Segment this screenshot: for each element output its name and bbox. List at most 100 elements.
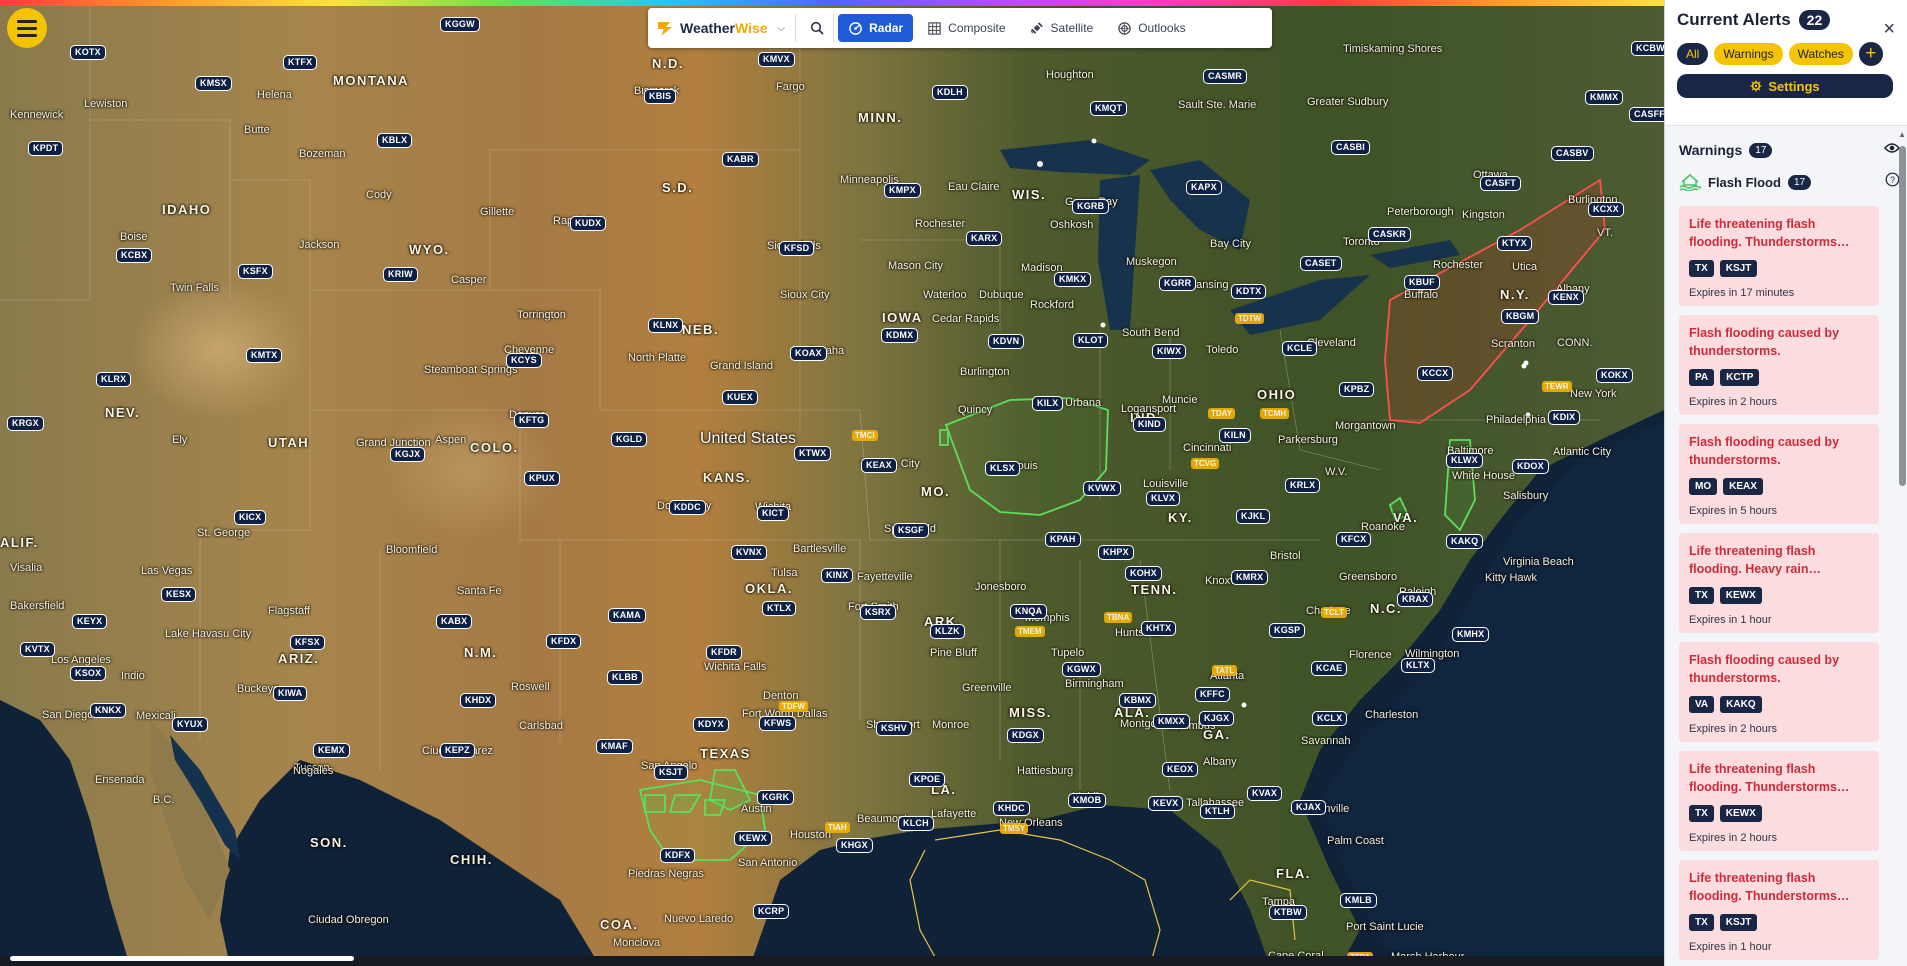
radar-station-marker[interactable]: KBMX [1119, 693, 1157, 708]
radar-station-marker[interactable]: KCAE [1311, 661, 1348, 676]
radar-station-marker[interactable]: KEOX [1162, 762, 1199, 777]
radar-station-marker[interactable]: KEWX [734, 831, 772, 846]
tdwr-station-marker[interactable]: TCVG [1191, 458, 1220, 469]
alerts-scrollbar[interactable]: ▲ [1898, 130, 1906, 510]
radar-station-marker[interactable]: KHGX [836, 838, 873, 853]
brand-switcher[interactable]: WeatherWise ⌵ [656, 14, 797, 42]
radar-station-marker[interactable]: KCBX [116, 248, 153, 263]
radar-station-marker[interactable]: KIWA [273, 686, 308, 701]
radar-station-marker[interactable]: KGRR [1159, 276, 1197, 291]
radar-station-marker[interactable]: KPOE [909, 772, 946, 787]
radar-station-marker[interactable]: KMPX [884, 183, 921, 198]
radar-station-marker[interactable]: KFSX [290, 635, 325, 650]
radar-station-marker[interactable]: KTYX [1497, 236, 1532, 251]
radar-station-marker[interactable]: KTFX [283, 55, 318, 70]
radar-station-marker[interactable]: KOAX [790, 346, 827, 361]
radar-station-marker[interactable]: KCCX [1417, 366, 1454, 381]
radar-station-marker[interactable]: KGJX [390, 447, 426, 462]
radar-station-marker[interactable]: KEAX [861, 458, 897, 473]
radar-station-marker[interactable]: KUEX [722, 390, 758, 405]
radar-station-marker[interactable]: KLRX [96, 372, 132, 387]
radar-station-marker[interactable]: KDMX [881, 328, 919, 343]
radar-station-marker[interactable]: KCBW [1631, 41, 1664, 56]
radar-station-marker[interactable]: KFFC [1195, 687, 1230, 702]
radar-station-marker[interactable]: KHPX [1098, 545, 1134, 560]
radar-station-marker[interactable]: KFSD [779, 241, 815, 256]
radar-station-marker[interactable]: KLNX [648, 318, 684, 333]
radar-station-marker[interactable]: KGGW [440, 17, 480, 32]
alert-card[interactable]: Flash flooding caused by thunderstorms. P… [1679, 315, 1879, 415]
radar-station-marker[interactable]: KLVX [1146, 491, 1181, 506]
radar-station-marker[interactable]: KICX [234, 510, 267, 525]
tdwr-station-marker[interactable]: TDAY [1208, 408, 1236, 419]
radar-station-marker[interactable]: KMRX [1231, 570, 1269, 585]
radar-station-marker[interactable]: KMQT [1090, 101, 1128, 116]
radar-station-marker[interactable]: KPAH [1045, 532, 1081, 547]
radar-station-marker[interactable]: KLCH [898, 816, 934, 831]
radar-station-marker[interactable]: KABR [722, 152, 759, 167]
radar-station-marker[interactable]: KBGM [1501, 309, 1540, 324]
radar-station-marker[interactable]: KCYS [506, 353, 542, 368]
radar-station-marker[interactable]: KEMX [313, 743, 350, 758]
alert-card[interactable]: Flash flooding caused by thunderstorms. V… [1679, 642, 1879, 742]
alerts-list-panel[interactable]: Warnings 17 Flash Flood 17 ? Life threat… [1665, 128, 1907, 966]
radar-station-marker[interactable]: KMAF [596, 739, 633, 754]
radar-station-marker[interactable]: KTLX [762, 601, 797, 616]
radar-station-marker[interactable]: KEPZ [440, 743, 475, 758]
radar-station-marker[interactable]: KLSX [985, 461, 1020, 476]
radar-station-marker[interactable]: KSOX [70, 666, 107, 681]
radar-station-marker[interactable]: KDGX [1007, 728, 1044, 743]
radar-station-marker[interactable]: KFDX [546, 634, 582, 649]
radar-station-marker[interactable]: KCRP [753, 904, 790, 919]
radar-station-marker[interactable]: CASMR [1203, 69, 1247, 84]
alert-settings-button[interactable]: Settings [1677, 74, 1893, 98]
radar-station-marker[interactable]: KDDC [669, 500, 706, 515]
radar-station-marker[interactable]: KRGX [7, 416, 44, 431]
radar-station-marker[interactable]: KHTX [1141, 621, 1177, 636]
radar-station-marker[interactable]: KDLH [932, 85, 968, 100]
radar-station-marker[interactable]: KIWX [1152, 344, 1187, 359]
radar-station-marker[interactable]: KFWS [759, 716, 797, 731]
radar-station-marker[interactable]: KSHV [876, 721, 912, 736]
radar-station-marker[interactable]: KLZK [930, 624, 965, 639]
radar-station-marker[interactable]: KMOB [1068, 793, 1107, 808]
radar-station-marker[interactable]: KAKQ [1446, 534, 1484, 549]
radar-station-marker[interactable]: KFDR [706, 645, 742, 660]
radar-station-marker[interactable]: KDYX [693, 717, 729, 732]
tdwr-station-marker[interactable]: TBNA [1104, 612, 1133, 623]
radar-station-marker[interactable]: CASFF [1629, 107, 1664, 122]
tdwr-station-marker[interactable]: TMEM [1015, 626, 1045, 637]
radar-station-marker[interactable]: KGLD [611, 432, 648, 447]
radar-station-marker[interactable]: KLTX [1401, 658, 1435, 673]
radar-station-marker[interactable]: KMHX [1452, 627, 1490, 642]
radar-station-marker[interactable]: KDIX [1548, 410, 1581, 425]
alert-card[interactable]: Life threatening flash flooding. Thunder… [1679, 860, 1879, 960]
menu-button[interactable] [7, 8, 47, 48]
radar-station-marker[interactable]: KCLX [1312, 711, 1348, 726]
radar-station-marker[interactable]: KSJT [654, 765, 688, 780]
radar-station-marker[interactable]: KHDC [993, 801, 1030, 816]
radar-station-marker[interactable]: KCLE [1282, 341, 1318, 356]
radar-station-marker[interactable]: CASET [1300, 256, 1342, 271]
radar-station-marker[interactable]: KIND [1133, 417, 1166, 432]
radar-station-marker[interactable]: KENX [1548, 290, 1584, 305]
filter-all-chip[interactable]: All [1677, 43, 1709, 65]
tdwr-station-marker[interactable]: TDTW [1235, 313, 1265, 324]
radar-station-marker[interactable]: KRIW [383, 267, 418, 282]
tdwr-station-marker[interactable]: TMCI [852, 430, 878, 441]
tdwr-station-marker[interactable]: TEWR [1542, 381, 1572, 392]
radar-station-marker[interactable]: KPBZ [1339, 382, 1375, 397]
radar-station-marker[interactable]: KNKX [90, 703, 127, 718]
radar-station-marker[interactable]: KMXX [1153, 714, 1190, 729]
radar-station-marker[interactable]: KSRX [860, 605, 896, 620]
composite-tab[interactable]: Composite [917, 14, 1015, 42]
alert-card[interactable]: Flash flooding caused by thunderstorms. M… [1679, 424, 1879, 524]
tdwr-station-marker[interactable]: TCMH [1260, 408, 1290, 419]
tdwr-station-marker[interactable]: TMSY [1000, 823, 1029, 834]
radar-station-marker[interactable]: CASBV [1551, 146, 1594, 161]
radar-station-marker[interactable]: KTBW [1269, 905, 1307, 920]
radar-station-marker[interactable]: KFTG [514, 413, 550, 428]
radar-station-marker[interactable]: KAMA [608, 608, 646, 623]
tdwr-station-marker[interactable]: TCLT [1321, 607, 1347, 618]
scroll-up-icon[interactable]: ▲ [1898, 130, 1906, 139]
